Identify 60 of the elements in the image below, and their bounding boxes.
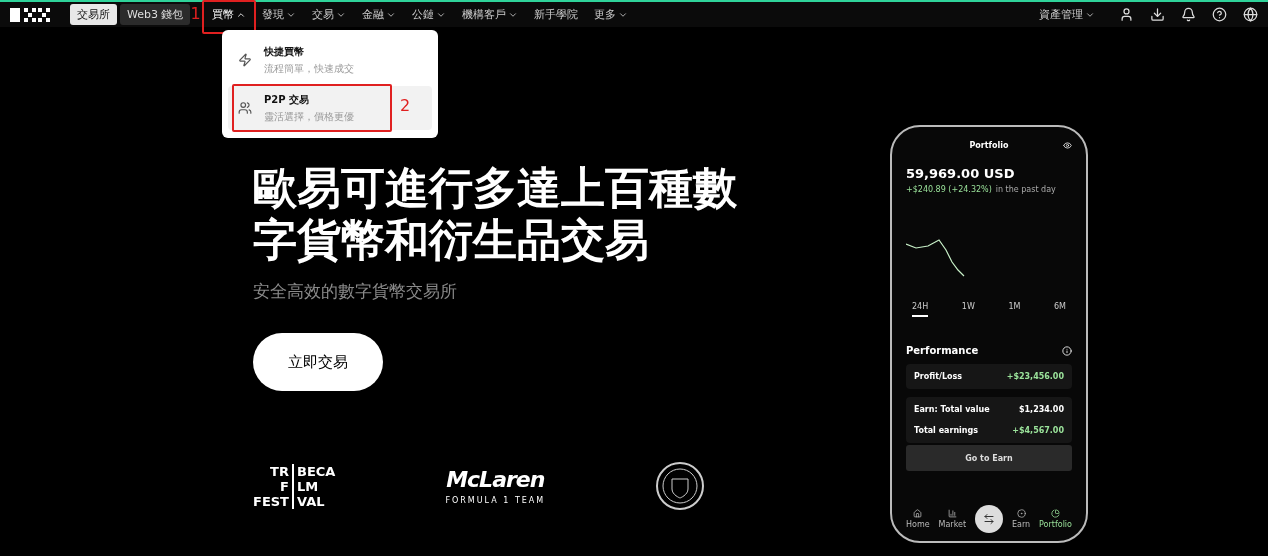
nav-menu-item[interactable]: 新手學院 — [526, 3, 587, 26]
dropdown-item[interactable]: 快捷買幣 流程簡單，快速成交 — [228, 38, 432, 82]
hero-subtitle: 安全高效的數字貨幣交易所 — [253, 280, 458, 303]
festival-logo: TR BECA F LM FEST VAL — [253, 463, 336, 509]
lightning-icon — [238, 53, 252, 67]
phone-tab[interactable]: Home — [906, 509, 930, 529]
platform-tab[interactable]: 交易所 — [70, 4, 117, 25]
bell-icon[interactable] — [1181, 7, 1196, 22]
download-icon[interactable] — [1150, 7, 1165, 22]
phone-tab[interactable]: Earn — [1011, 509, 1031, 529]
section-title: Performance — [906, 345, 979, 356]
eye-icon — [1063, 141, 1072, 150]
range-tab[interactable]: 1M — [1008, 302, 1021, 317]
hero-heading: 歐易可進行多達上百種數字貨幣和衍生品交易 — [253, 162, 738, 266]
range-tab[interactable]: 24H — [912, 302, 929, 317]
chart-icon — [947, 509, 957, 518]
item-subtitle: 靈活選擇，價格更優 — [264, 109, 354, 124]
platform-tab[interactable]: Web3 錢包 — [120, 4, 191, 25]
screen-title: Portfolio — [969, 141, 1009, 150]
circle-icon — [1016, 509, 1026, 518]
nav-menu-item[interactable]: 更多 — [586, 3, 637, 26]
info-icon — [1062, 345, 1072, 356]
item-title: P2P 交易 — [264, 92, 311, 107]
phone-tab[interactable]: Portfolio — [1039, 509, 1072, 529]
nav-menu-item[interactable]: 公鏈 — [404, 3, 455, 26]
trade-button[interactable] — [975, 505, 1003, 533]
user-icon[interactable] — [1119, 7, 1134, 22]
nav-menu-item[interactable]: 金融 — [354, 3, 405, 26]
nav-menu-item[interactable]: 買幣 — [204, 3, 255, 26]
balance: 59,969.00 USD — [906, 166, 1016, 181]
phone-tab[interactable]: Market — [938, 509, 967, 529]
range-tab[interactable]: 1W — [961, 302, 975, 317]
stat-value: $1,234.00 — [1018, 405, 1064, 414]
home-icon — [913, 509, 923, 518]
stat-label: Total earnings — [914, 426, 979, 435]
range-tab[interactable]: 6M — [1054, 302, 1066, 317]
annotation-number: 1 — [190, 3, 201, 23]
stat-value: +$23,456.00 — [1006, 372, 1064, 381]
annotation-number: 2 — [400, 96, 411, 115]
item-title: 快捷買幣 — [264, 44, 305, 59]
assets-menu[interactable]: 資產管理 — [1031, 3, 1103, 26]
help-icon[interactable] — [1212, 7, 1227, 22]
go-to-earn-button[interactable]: Go to Earn — [906, 445, 1072, 471]
change-note: in the past day — [995, 185, 1056, 194]
logo-icon — [10, 7, 50, 22]
globe-icon[interactable] — [1243, 7, 1258, 22]
balance-change: +$240.89 (+24.32%) — [906, 185, 992, 194]
nav-menu-item[interactable]: 機構客戶 — [454, 3, 527, 26]
pie-chart-icon — [1051, 509, 1060, 518]
nav-menu-item[interactable]: 發現 — [254, 3, 305, 26]
nav-menu-item[interactable]: 交易 — [304, 3, 355, 26]
item-subtitle: 流程簡單，快速成交 — [264, 61, 354, 76]
swap-icon — [983, 513, 995, 525]
stat-label: Earn: Total value — [914, 405, 990, 414]
club-crest-icon — [655, 461, 706, 511]
racing-team-logo: McLaren FORMULA 1 TEAM — [445, 467, 546, 505]
stat-label: Profit/Loss — [914, 372, 963, 381]
stat-value: +$4,567.00 — [1012, 426, 1064, 435]
trade-now-button[interactable]: 立即交易 — [253, 333, 383, 391]
users-icon — [238, 101, 252, 115]
